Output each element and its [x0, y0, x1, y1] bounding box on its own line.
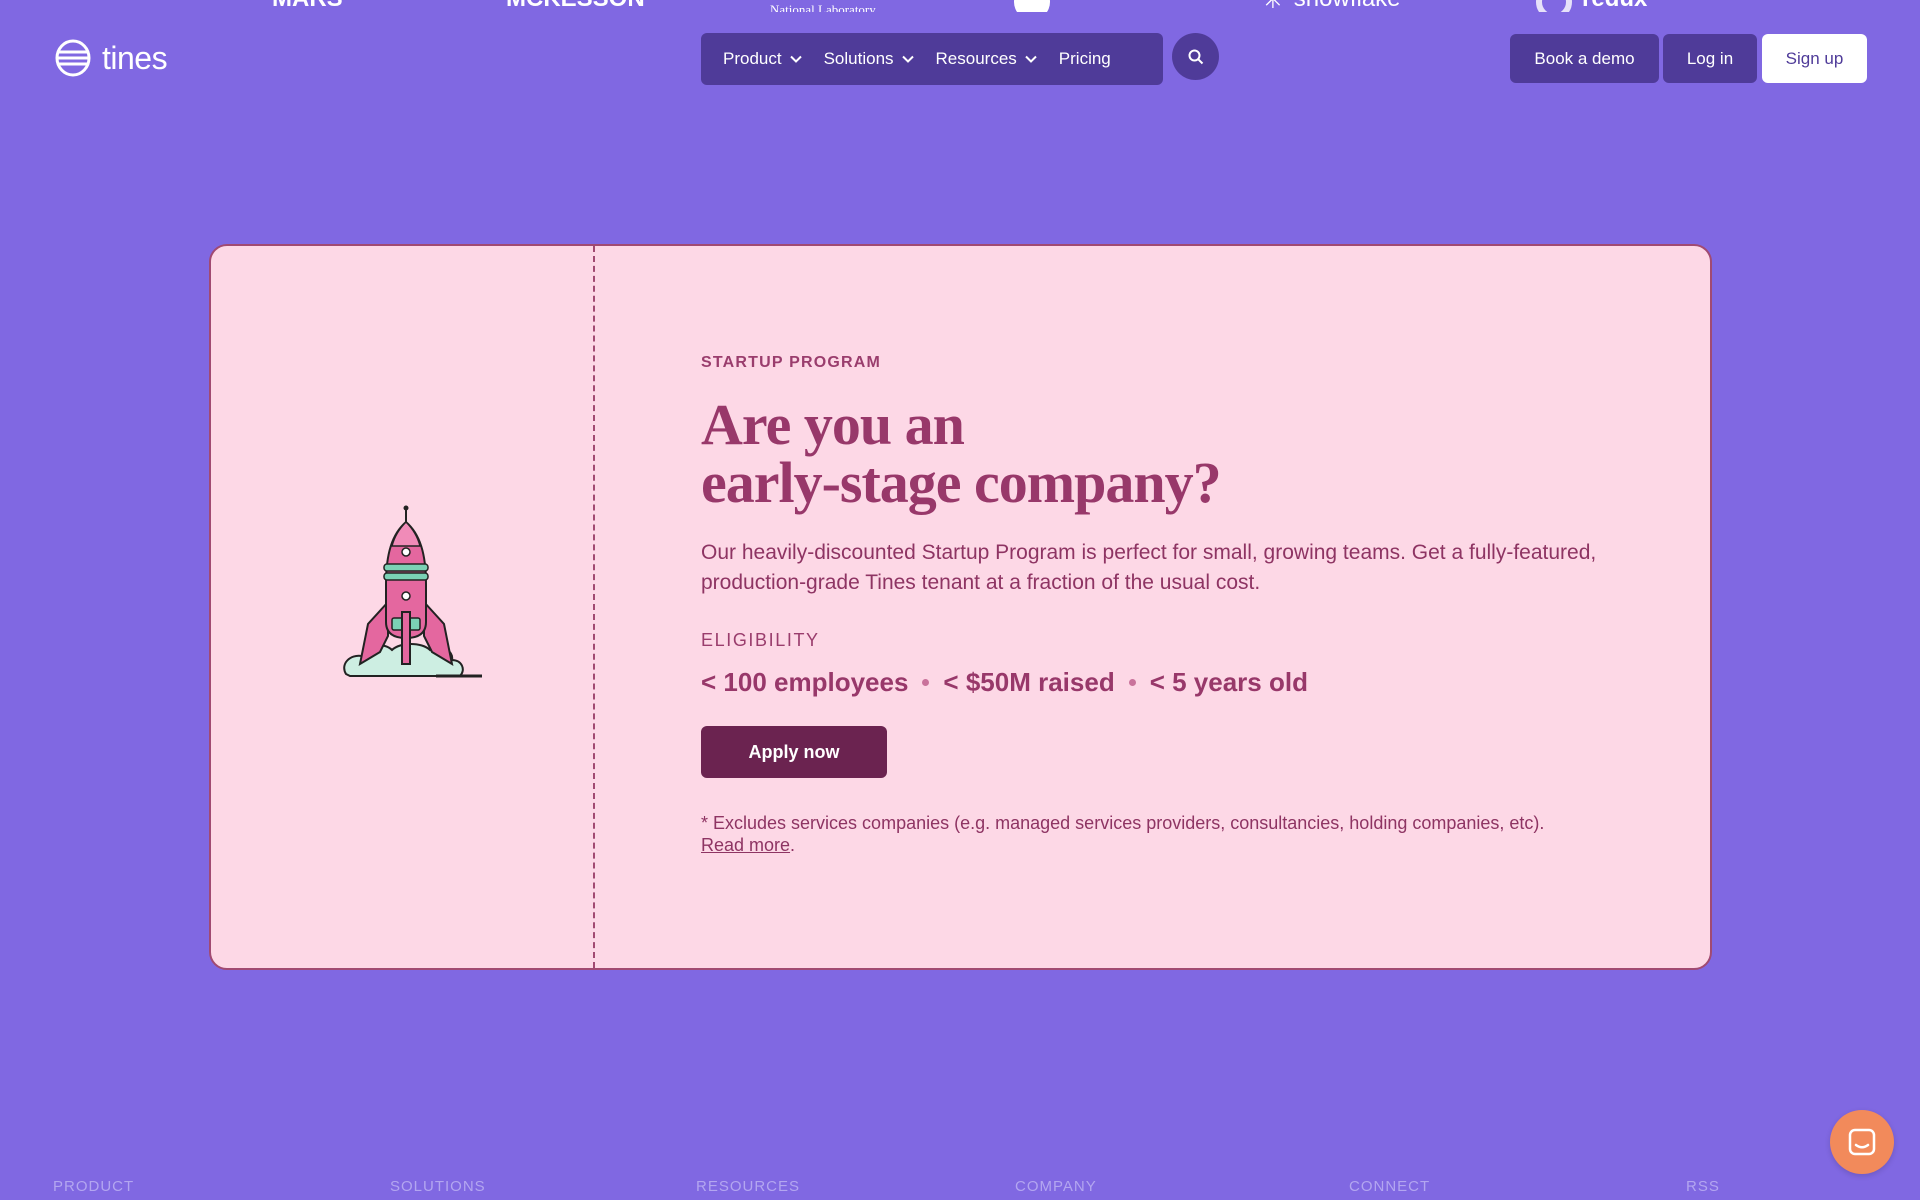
- brand-name: tines: [102, 39, 168, 76]
- login-button[interactable]: Log in: [1663, 34, 1757, 83]
- eligibility-age: < 5 years old: [1149, 667, 1308, 697]
- apply-now-button[interactable]: Apply now: [701, 726, 887, 778]
- card-description: Our heavily-discounted Startup Program i…: [701, 541, 1597, 594]
- bullet-separator: [922, 679, 930, 686]
- logo-snowflake: ✳snowflake: [1262, 0, 1401, 12]
- chevron-down-icon: [901, 55, 914, 63]
- logo-national-laboratory: National Laboratory: [770, 2, 876, 12]
- search-button[interactable]: [1172, 33, 1219, 80]
- headline-line-2: early-stage company?: [701, 450, 1222, 515]
- eligibility-employees: < 100 employees: [701, 667, 909, 697]
- nav-resources-label: Resources: [935, 49, 1017, 68]
- nav-pricing[interactable]: Pricing: [1059, 49, 1111, 69]
- startup-program-card: STARTUP PROGRAM Are you an early-stage c…: [209, 244, 1712, 970]
- signup-button[interactable]: Sign up: [1762, 34, 1867, 83]
- chat-widget-button[interactable]: [1830, 1110, 1894, 1174]
- footer-heading-solutions: SOLUTIONS: [390, 1178, 486, 1195]
- footer-heading-rss: RSS: [1686, 1178, 1720, 1195]
- book-demo-button[interactable]: Book a demo: [1510, 34, 1659, 83]
- card-content: STARTUP PROGRAM Are you an early-stage c…: [701, 354, 1661, 856]
- tines-logo-icon: [55, 39, 91, 77]
- footnote-text: * Excludes services companies (e.g. mana…: [701, 813, 1545, 833]
- chat-icon: [1848, 1128, 1876, 1156]
- search-icon: [1188, 49, 1203, 64]
- footer-heading-product: PRODUCT: [53, 1178, 135, 1195]
- nav-pricing-label: Pricing: [1058, 49, 1111, 68]
- rocket-illustration: [343, 505, 482, 678]
- read-more-link[interactable]: Read more: [701, 835, 790, 855]
- nav-product[interactable]: Product: [723, 49, 802, 69]
- nav-solutions-label: Solutions: [823, 49, 894, 68]
- dashed-divider: [593, 246, 595, 968]
- chevron-down-icon: [789, 55, 802, 63]
- main-nav: Product Solutions Resources Pricing: [701, 33, 1163, 85]
- nav-resources[interactable]: Resources: [936, 49, 1037, 69]
- nav-product-label: Product: [723, 49, 782, 68]
- eligibility-list: < 100 employees < $50M raised < 5 years …: [701, 667, 1661, 698]
- logo-redux: redux: [1536, 0, 1647, 12]
- footer-heading-connect: CONNECT: [1349, 1178, 1431, 1195]
- logo-round-mark: [1014, 0, 1050, 12]
- bullet-separator: [1128, 679, 1136, 686]
- footer-heading-resources: RESOURCES: [696, 1178, 801, 1195]
- eyebrow-label: STARTUP PROGRAM: [701, 354, 882, 371]
- footnote-period: .: [790, 835, 796, 855]
- nav-solutions[interactable]: Solutions: [824, 49, 914, 69]
- customer-logos-strip: MARS MCKESSON National Laboratory ✳snowf…: [0, 0, 1920, 12]
- footnote: * Excludes services companies (e.g. mana…: [701, 812, 1661, 856]
- headline-line-1: Are you an: [701, 392, 965, 457]
- eligibility-raised: < $50M raised: [943, 667, 1115, 697]
- eligibility-label: ELIGIBILITY: [701, 630, 820, 650]
- card-headline: Are you an early-stage company?: [701, 396, 1661, 512]
- logo-mars: MARS: [272, 0, 343, 12]
- logo-mckesson: MCKESSON: [506, 0, 645, 12]
- brand-logo[interactable]: tines: [54, 38, 168, 78]
- footer-heading-company: COMPANY: [1015, 1178, 1097, 1195]
- chevron-down-icon: [1025, 55, 1037, 63]
